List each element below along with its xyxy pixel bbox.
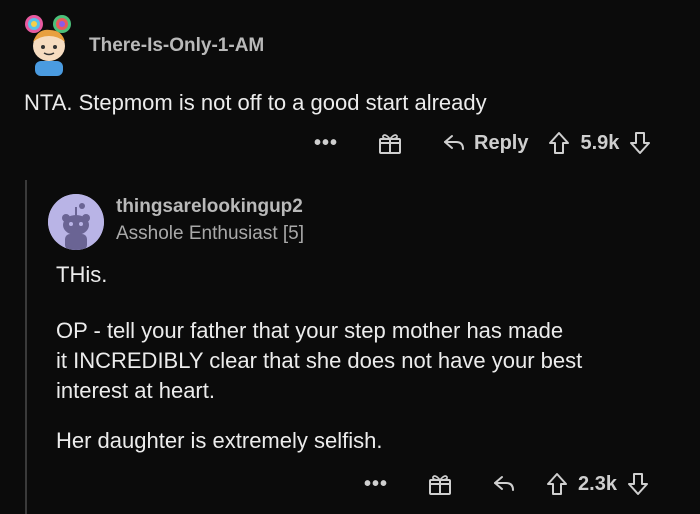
more-options-button[interactable]: •••	[364, 473, 388, 496]
reply-label: Reply	[474, 131, 529, 154]
upvote-icon[interactable]	[548, 131, 570, 155]
avatar[interactable]	[48, 194, 104, 250]
comment-username[interactable]: There-Is-Only-1-AM	[89, 35, 264, 57]
user-flair: Asshole Enthusiast [5]	[116, 223, 304, 244]
comment-username[interactable]: thingsarelookingup2	[116, 196, 303, 218]
comment-paragraph: OP - tell your father that your step mot…	[56, 316, 582, 406]
reply-arrow-icon[interactable]	[492, 474, 516, 494]
comment-line: interest at heart.	[56, 378, 215, 403]
upvote-icon[interactable]	[546, 472, 568, 496]
avatar[interactable]	[20, 12, 78, 76]
comment-action-bar: ••• Reply 5.9k	[314, 128, 651, 158]
comment-line: OP - tell your father that your step mot…	[56, 318, 564, 343]
thread-line[interactable]	[25, 180, 27, 514]
comment-action-bar: ••• 2.3k	[364, 469, 649, 499]
comment-line: it INCREDIBLY clear that she does not ha…	[56, 348, 583, 373]
comment-paragraph: THis.	[56, 262, 108, 287]
downvote-icon[interactable]	[629, 131, 651, 155]
reply-button[interactable]: Reply	[442, 132, 528, 155]
award-gift-icon[interactable]	[428, 473, 452, 495]
comment-paragraph: Her daughter is extremely selfish.	[56, 428, 383, 453]
vote-score: 5.9k	[580, 131, 620, 154]
more-options-button[interactable]: •••	[314, 132, 338, 155]
award-gift-icon[interactable]	[378, 132, 402, 154]
reply-arrow-icon	[442, 133, 466, 153]
comment-body: NTA. Stepmom is not off to a good start …	[24, 90, 487, 115]
downvote-icon[interactable]	[627, 472, 649, 496]
vote-score: 2.3k	[578, 472, 617, 495]
